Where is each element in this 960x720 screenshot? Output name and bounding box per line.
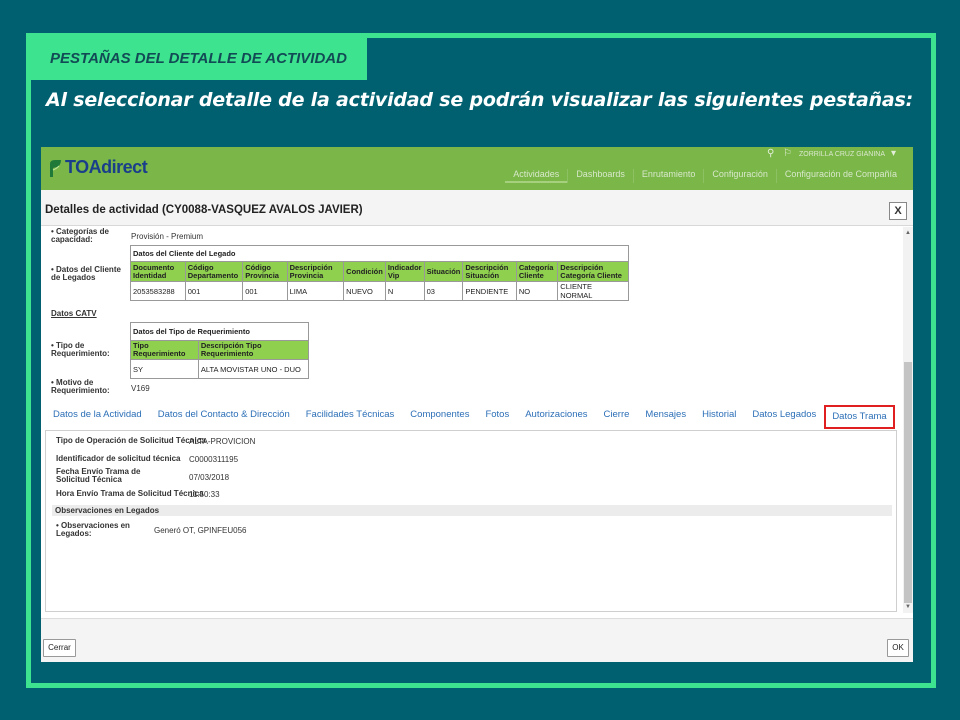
menu-item-configuracion[interactable]: Configuración	[703, 169, 776, 183]
table-cell: 001	[242, 281, 288, 301]
menu-item-actividades[interactable]: Actividades	[505, 169, 568, 183]
hora-envio-value: 11:50:33	[189, 490, 220, 499]
table-cell: 2053583288	[130, 281, 186, 301]
tab-datos-contacto[interactable]: Datos del Contacto & Dirección	[150, 403, 298, 429]
table-header: Código Departamento	[184, 261, 244, 282]
table-header: Descripción Provincia	[286, 261, 345, 282]
fecha-envio-label: Fecha Envío Trama de Solicitud Técnica	[56, 467, 141, 484]
table-header: Categoría Cliente	[515, 261, 559, 282]
menu-item-dashboards[interactable]: Dashboards	[567, 169, 633, 183]
app-screenshot: TOAdirect ⚲ ⚐ ZORRILLA CRUZ GIANINA ▾ Ac…	[41, 147, 913, 662]
table-cell: NO	[515, 281, 559, 301]
tipo-requerimiento-table: Datos del Tipo de Requerimiento Tipo Req…	[130, 322, 310, 379]
hora-envio-label: Hora Envío Trama de Solicitud Técnica	[56, 489, 204, 498]
tab-componentes[interactable]: Componentes	[402, 403, 477, 429]
user-name[interactable]: ZORRILLA CRUZ GIANINA	[799, 151, 885, 158]
table-cell: 03	[423, 281, 464, 301]
tipo-requerimiento-label: • Tipo de Requerimiento:	[51, 341, 110, 358]
table-cell: PENDIENTE	[462, 281, 517, 301]
dialog-header: Detalles de actividad (CY0088-VASQUEZ AV…	[41, 190, 913, 226]
menu-item-enrutamiento[interactable]: Enrutamiento	[632, 169, 704, 183]
table-cell: CLIENTE NORMAL	[557, 281, 629, 301]
tab-datos-legados[interactable]: Datos Legados	[744, 403, 824, 429]
table-cell: NUEVO	[343, 281, 386, 301]
dialog-title: Detalles de actividad (CY0088-VASQUEZ AV…	[45, 204, 363, 216]
motivo-value: V169	[131, 384, 150, 393]
table-cell: SY	[130, 359, 199, 379]
dialog-footer: Cerrar OK	[41, 618, 913, 662]
cliente-legados-label: • Datos del Cliente de Legados	[51, 265, 121, 282]
search-icon[interactable]: ⚲	[767, 149, 777, 159]
scroll-up-icon[interactable]: ▲	[903, 228, 913, 238]
table-cell: LIMA	[286, 281, 345, 301]
ok-button[interactable]: OK	[887, 639, 909, 657]
datos-trama-panel: Tipo de Operación de Solicitud Técnica A…	[45, 430, 897, 612]
slide-section-tab: PESTAÑAS DEL DETALLE DE ACTIVIDAD	[30, 37, 367, 80]
table-row: 2053583288 001 001 LIMA NUEVO N 03 PENDI…	[130, 281, 629, 301]
observaciones-label: • Observaciones en Legados:	[56, 521, 130, 538]
table-row: SY ALTA MOVISTAR UNO - DUO	[130, 359, 310, 379]
observaciones-section-header: Observaciones en Legados	[52, 505, 892, 516]
tab-autorizaciones[interactable]: Autorizaciones	[517, 403, 595, 429]
app-logo[interactable]: TOAdirect	[47, 157, 148, 178]
scroll-down-icon[interactable]: ▼	[903, 602, 913, 612]
close-button[interactable]: X	[889, 202, 907, 220]
tab-facilidades-tecnicas[interactable]: Facilidades Técnicas	[298, 403, 403, 429]
table-header: Descripción Tipo Requerimiento	[197, 340, 310, 360]
cliente-table-caption: Datos del Cliente del Legado	[130, 245, 629, 262]
table-header: Documento Identidad	[130, 261, 186, 282]
cerrar-button[interactable]: Cerrar	[43, 639, 76, 657]
motivo-label: • Motivo de Requerimiento:	[51, 378, 110, 395]
datos-catv-link[interactable]: Datos CATV	[51, 309, 97, 318]
tab-mensajes[interactable]: Mensajes	[637, 403, 694, 429]
table-header: Indicador Vip	[384, 261, 425, 282]
identificador-label: Identificador de solicitud técnica	[56, 454, 181, 463]
tipo-operacion-value: ALTA-PROVICION	[189, 437, 256, 446]
table-header: Situación	[423, 261, 464, 282]
table-header: Descripción Categoría Cliente	[557, 261, 629, 282]
chevron-down-icon[interactable]: ▾	[891, 149, 901, 159]
app-topbar: TOAdirect ⚲ ⚐ ZORRILLA CRUZ GIANINA ▾ Ac…	[41, 147, 913, 190]
scroll-thumb[interactable]	[904, 362, 912, 603]
observaciones-value: Generó OT, GPINFEU056	[154, 526, 247, 535]
menu-item-configuracion-compania[interactable]: Configuración de Compañía	[775, 169, 905, 183]
cliente-legado-table: Datos del Cliente del Legado Documento I…	[130, 245, 629, 301]
tab-cierre[interactable]: Cierre	[596, 403, 638, 429]
tab-datos-trama[interactable]: Datos Trama	[824, 405, 895, 429]
slide-lead-text: Al seleccionar detalle de la actividad s…	[46, 89, 914, 111]
table-cell: 001	[184, 281, 244, 301]
table-header: Condición	[343, 261, 386, 282]
tab-fotos[interactable]: Fotos	[477, 403, 517, 429]
table-header: Código Provincia	[242, 261, 288, 282]
tab-historial[interactable]: Historial	[694, 403, 744, 429]
tab-datos-actividad[interactable]: Datos de la Actividad	[45, 403, 150, 429]
dialog-content: • Categorías de capacidad: Provisión - P…	[41, 226, 901, 616]
table-cell: ALTA MOVISTAR UNO - DUO	[197, 359, 310, 379]
main-menu: Actividades Dashboards Enrutamiento Conf…	[505, 169, 905, 183]
req-table-caption: Datos del Tipo de Requerimiento	[130, 322, 309, 341]
fecha-envio-value: 07/03/2018	[189, 473, 230, 482]
identificador-value: C0000311195	[189, 455, 239, 464]
categorias-label: • Categorías de capacidad:	[51, 227, 109, 244]
topbar-user-area: ⚲ ⚐ ZORRILLA CRUZ GIANINA ▾	[767, 149, 901, 159]
logo-text: TOAdirect	[65, 157, 148, 177]
table-cell: N	[384, 281, 425, 301]
tipo-operacion-label: Tipo de Operación de Solicitud Técnica	[56, 436, 206, 445]
table-header: Tipo Requerimiento	[130, 340, 199, 360]
detail-tabs: Datos de la Actividad Datos del Contacto…	[45, 403, 895, 429]
content-scrollbar[interactable]: ▲ ▼	[903, 227, 913, 613]
table-header: Descripción Situación	[462, 261, 517, 282]
bell-icon[interactable]: ⚐	[783, 149, 793, 159]
categorias-value: Provisión - Premium	[131, 232, 204, 241]
logo-leaf-icon	[50, 159, 61, 177]
